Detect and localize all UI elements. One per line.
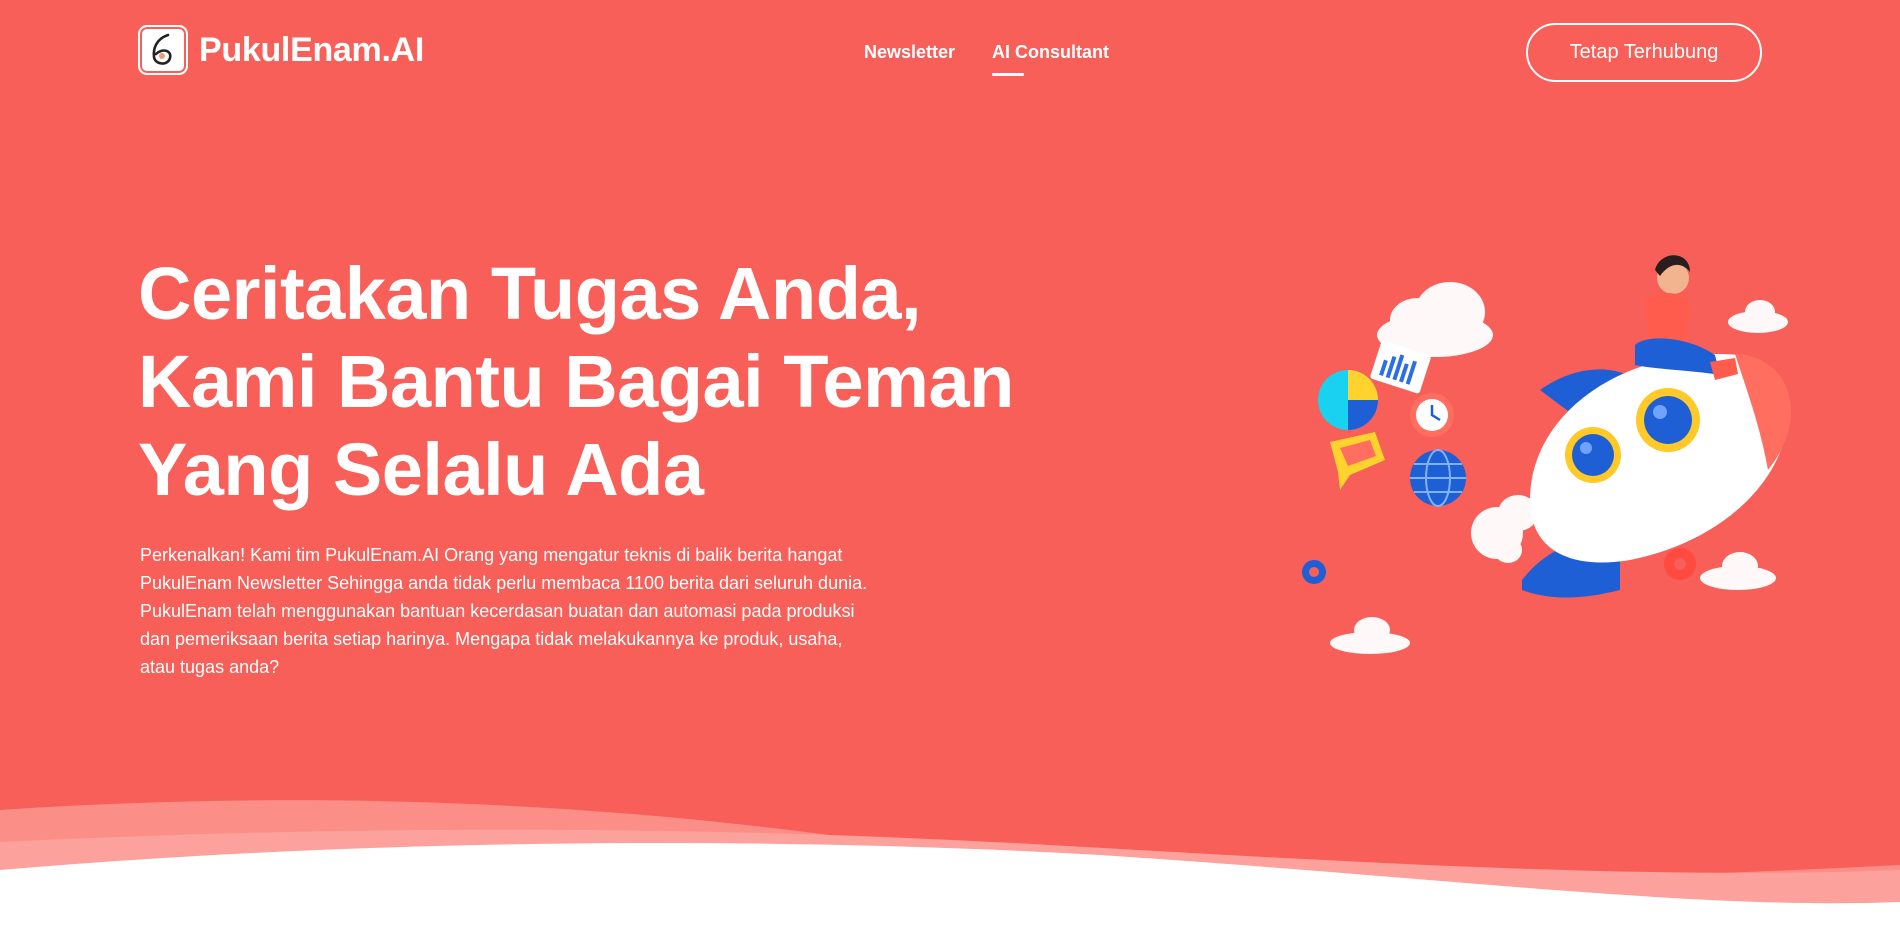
headline-line-1: Ceritakan Tugas Anda, [138, 252, 922, 335]
stay-connected-button[interactable]: Tetap Terhubung [1526, 23, 1762, 82]
girl-figure [1635, 255, 1738, 380]
nav-newsletter[interactable]: Newsletter [864, 42, 955, 63]
hero-intro: Perkenalkan! Kami tim PukulEnam.AI Orang… [140, 545, 868, 677]
pie-chart-icon [1318, 370, 1378, 430]
nav-ai-consultant[interactable]: AI Consultant [992, 42, 1109, 76]
gear-icon [1302, 560, 1326, 584]
headline-line-2: Kami Bantu Bagai Teman [138, 340, 1014, 423]
hero-headline: Ceritakan Tugas Anda, Kami Bantu Bagai T… [138, 250, 1098, 514]
rocket-with-girl-illustration [1290, 250, 1810, 670]
logo-text: PukulEnam.AI [199, 30, 425, 69]
clock-icon [1410, 393, 1454, 437]
map-pin-icon [1330, 432, 1385, 490]
gear-icon-red [1664, 548, 1696, 580]
globe-icon [1410, 449, 1466, 507]
number-six-clock-icon [138, 25, 188, 75]
hero-section: PukulEnam.AI Newsletter AI Consultant Te… [0, 0, 1900, 880]
bottom-wave-divider [0, 800, 1900, 928]
main-nav: Newsletter AI Consultant [864, 42, 1109, 76]
logo[interactable]: PukulEnam.AI [138, 25, 424, 75]
headline-line-3: Yang Selalu Ada [138, 428, 704, 511]
